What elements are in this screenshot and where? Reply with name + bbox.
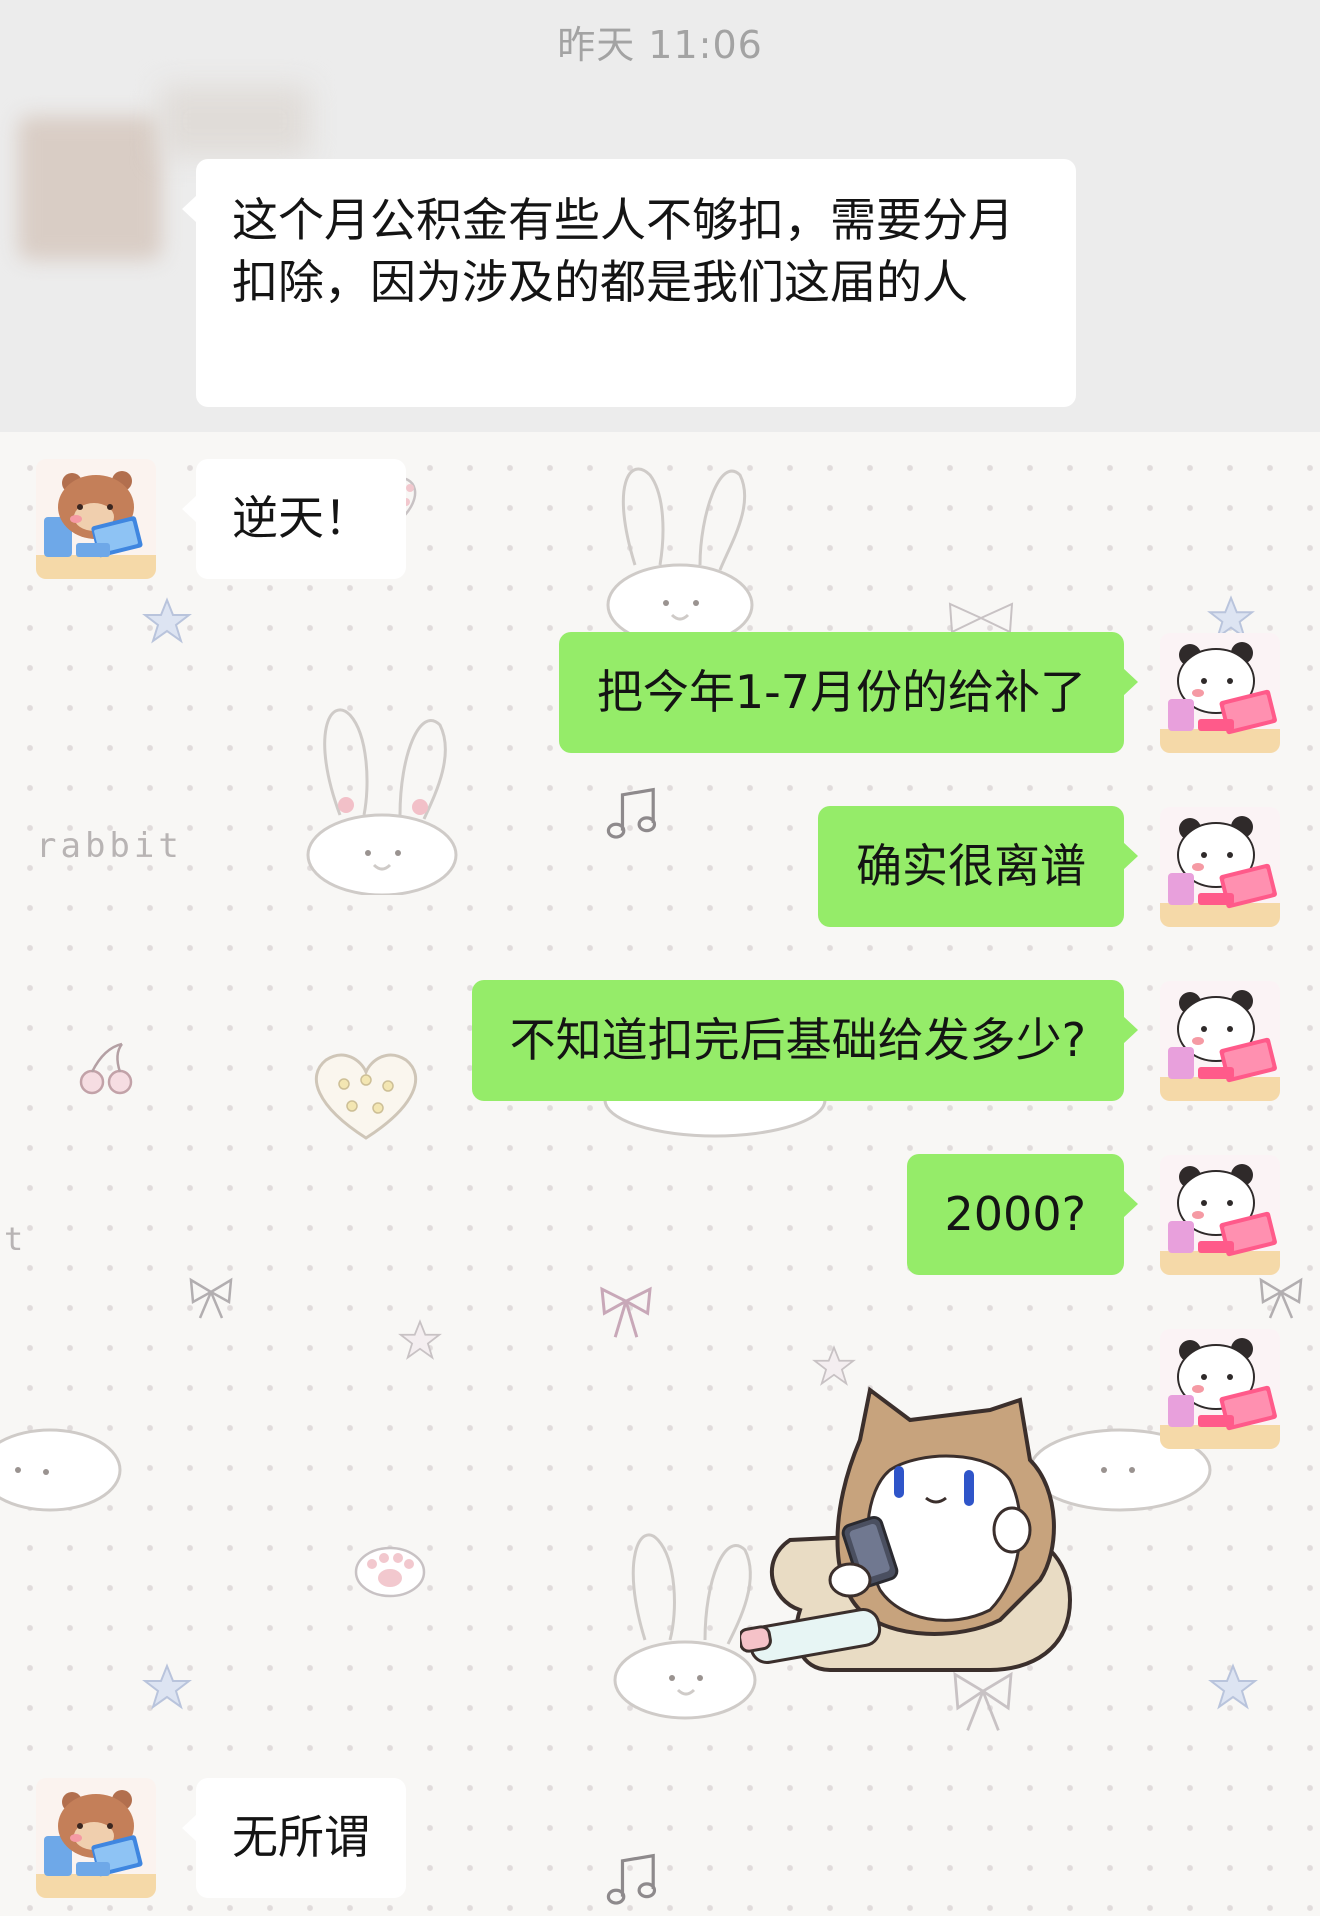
blurred-avatar[interactable] <box>18 116 162 260</box>
message-bubble[interactable]: 无所谓 <box>182 1778 406 1898</box>
star-icon <box>398 1318 442 1362</box>
message-text: 不知道扣完后基础给发多少? <box>509 1013 1086 1067</box>
blurred-sender-name <box>160 86 310 156</box>
message-text: 这个月公积金有些人不够扣，需要分月扣除，因为涉及的都是我们这届的人 <box>232 193 1014 309</box>
message-text: 无所谓 <box>232 1810 370 1864</box>
cherry-icon <box>76 1040 140 1096</box>
message-text: 逆天！ <box>232 491 370 545</box>
bunny-doodle <box>290 695 470 895</box>
panda-avatar[interactable] <box>1160 1329 1280 1449</box>
bow-icon <box>1256 1272 1306 1322</box>
panda-avatar[interactable] <box>1160 1155 1280 1275</box>
paw-icon <box>350 1530 430 1600</box>
message-bubble[interactable]: 把今年1-7月份的给补了 <box>558 632 1139 753</box>
message-bubble[interactable]: 这个月公积金有些人不够扣，需要分月扣除，因为涉及的都是我们这届的人 <box>182 159 1076 407</box>
message-text: 确实很离谱 <box>856 839 1086 893</box>
music-note-icon <box>602 1848 666 1912</box>
star-icon <box>1208 1662 1258 1712</box>
message-timestamp: 昨天 11:06 <box>557 23 763 67</box>
bow-icon <box>186 1272 236 1322</box>
bunny-doodle <box>590 455 770 645</box>
message-bubble[interactable]: 2000? <box>906 1154 1139 1275</box>
bear-avatar[interactable] <box>36 1778 156 1898</box>
cat-on-phone-sticker[interactable] <box>740 1380 1090 1700</box>
star-icon <box>142 596 192 646</box>
message-text: 把今年1-7月份的给补了 <box>596 665 1086 719</box>
bow-icon <box>596 1282 656 1342</box>
rabbit-wallpaper-text: rabbit <box>36 826 183 866</box>
panda-avatar[interactable] <box>1160 807 1280 927</box>
message-bubble[interactable]: 确实很离谱 <box>818 806 1138 927</box>
panda-avatar[interactable] <box>1160 633 1280 753</box>
panda-avatar[interactable] <box>1160 981 1280 1101</box>
bunny-doodle <box>0 1410 130 1520</box>
message-bubble[interactable]: 逆天！ <box>182 459 406 579</box>
message-bubble[interactable]: 不知道扣完后基础给发多少? <box>471 980 1139 1101</box>
message-text: 2000? <box>944 1187 1086 1241</box>
star-icon <box>142 1662 192 1712</box>
rabbit-wallpaper-text: t <box>4 1220 24 1258</box>
heart-doodle <box>306 1046 426 1146</box>
music-note-icon <box>602 782 666 846</box>
bear-avatar[interactable] <box>36 459 156 579</box>
